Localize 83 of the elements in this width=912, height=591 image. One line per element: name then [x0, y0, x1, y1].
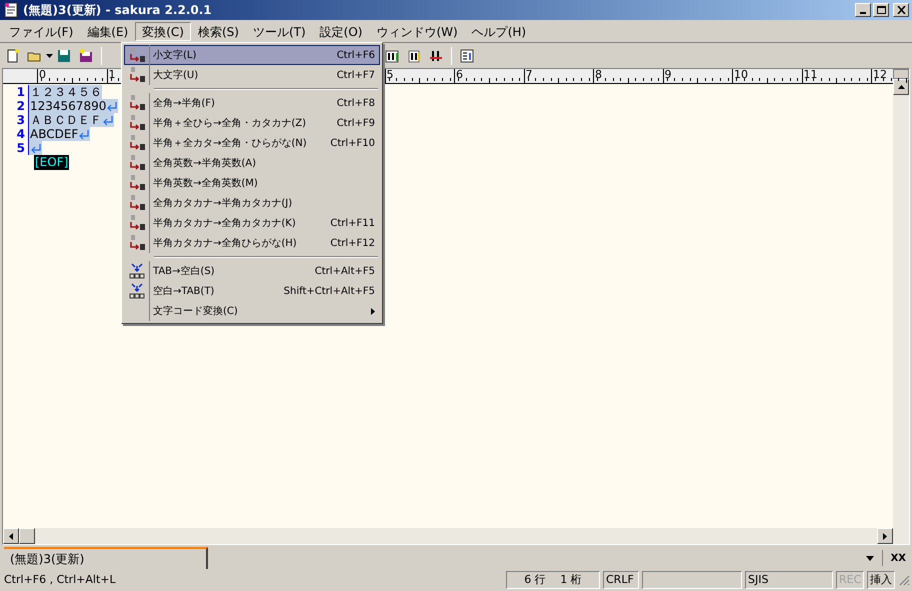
ruler-number: 11	[802, 69, 818, 81]
convert-arrow-icon	[128, 215, 146, 231]
tools-icon[interactable]	[406, 48, 422, 64]
right-arrow-icon	[883, 532, 887, 540]
menu-item[interactable]: ウィンドウ(W)	[369, 22, 465, 40]
save-icon[interactable]	[56, 48, 72, 64]
minimize-button[interactable]	[855, 3, 871, 17]
dropdown-arrow-icon[interactable]	[866, 556, 874, 560]
newline-mark-icon	[106, 100, 118, 112]
status-field: SJIS	[745, 571, 833, 589]
menu-option[interactable]: 大文字(U) Ctrl+F7	[124, 65, 380, 85]
menu-item[interactable]: 設定(O)	[312, 22, 370, 40]
status-message: Ctrl+F6 , Ctrl+Alt+L	[4, 572, 117, 588]
menu-option[interactable]: 小文字(L) Ctrl+F6	[124, 45, 380, 65]
ruler-number: 7	[524, 69, 532, 81]
menu-option[interactable]: 空白→TAB(T) Shift+Ctrl+Alt+F5	[124, 281, 380, 301]
scroll-left-button[interactable]	[3, 528, 19, 544]
document-tab[interactable]: (無題)3(更新)	[4, 547, 208, 569]
convert-arrow-icon	[128, 67, 146, 83]
convert-arrow-icon	[128, 175, 146, 191]
maximize-icon	[876, 6, 886, 14]
convert-arrow-icon	[128, 115, 146, 131]
close-icon	[896, 6, 906, 14]
menu-option[interactable]: 半角カタカナ→全角ひらがな(H) Ctrl+F12	[124, 233, 380, 253]
list-icon[interactable]	[459, 48, 475, 64]
ruler-number: 5	[386, 69, 394, 81]
splitter-handle[interactable]	[893, 69, 909, 79]
newline-mark-icon	[78, 128, 90, 140]
tools-icon[interactable]	[384, 48, 400, 64]
text-line: １２３４５６	[30, 85, 102, 99]
dropdown-arrow-icon[interactable]	[46, 54, 53, 58]
ruler-number: 0	[38, 69, 46, 81]
maximize-button[interactable]	[873, 3, 889, 17]
ruler-number: 12	[872, 69, 887, 81]
status-field: CRLF	[603, 571, 639, 589]
menu-item[interactable]: 変換(C)	[135, 22, 191, 40]
text-line: ABCDEF	[30, 127, 78, 141]
close-tab-button[interactable]: XX	[890, 550, 906, 566]
menu-item[interactable]: ファイル(F)	[2, 22, 80, 40]
submenu-arrow-icon	[371, 308, 375, 314]
scroll-thumb[interactable]	[19, 528, 35, 544]
menu-option[interactable]: 半角＋全カタ→全角・ひらがな(N) Ctrl+F10	[124, 133, 380, 153]
convert-arrow-icon	[128, 95, 146, 111]
ruler-number: 8	[594, 69, 602, 81]
ruler-number: 6	[455, 69, 463, 81]
convert-arrow-icon	[128, 235, 146, 251]
menu-option[interactable]: 半角カタカナ→全角カタカナ(K) Ctrl+F11	[124, 213, 380, 233]
spacing-arrows-icon	[128, 262, 146, 280]
new-file-icon[interactable]	[5, 48, 21, 64]
window-title: (無題)3(更新) - sakura 2.2.0.1	[23, 2, 212, 19]
ruler-number: 9	[664, 69, 672, 81]
up-arrow-icon	[898, 85, 904, 89]
close-button[interactable]	[893, 3, 909, 17]
menu-option[interactable]: TAB→空白(S) Ctrl+Alt+F5	[124, 261, 380, 281]
menu-option[interactable]: 半角英数→全角英数(M)	[124, 173, 380, 193]
left-arrow-icon	[9, 532, 13, 540]
menu-option[interactable]: 文字コード変換(C)	[124, 301, 380, 321]
menu-item[interactable]: 編集(E)	[80, 22, 136, 40]
status-field: 挿入	[867, 571, 895, 589]
save-all-icon[interactable]	[78, 48, 94, 64]
menu-option[interactable]: 全角→半角(F) Ctrl+F8	[124, 93, 380, 113]
status-field: 6 行 1 桁	[506, 571, 600, 589]
menu-item[interactable]: ツール(T)	[246, 22, 313, 40]
spacing-arrows-icon	[128, 282, 146, 300]
notepad-icon	[3, 2, 19, 18]
convert-arrow-icon	[128, 135, 146, 151]
resize-grip-icon	[898, 574, 910, 586]
menu-item[interactable]: ヘルプ(H)	[464, 22, 534, 40]
newline-mark-icon	[102, 114, 114, 126]
menu-item[interactable]: 検索(S)	[190, 22, 246, 40]
menu-option[interactable]: 全角英数→半角英数(A)	[124, 153, 380, 173]
convert-arrow-icon	[128, 195, 146, 211]
convert-arrow-icon	[128, 155, 146, 171]
eof-mark: [EOF]	[34, 155, 70, 170]
ruler-number: 10	[733, 69, 748, 81]
menu-option[interactable]: 半角＋全ひら→全角・カタカナ(Z) Ctrl+F9	[124, 113, 380, 133]
text-line: ＡＢＣＤＥＦ	[30, 113, 102, 127]
menu-option[interactable]: 全角カタカナ→半角カタカナ(J)	[124, 193, 380, 213]
ruler-number: 1	[108, 69, 116, 81]
convert-arrow-icon	[128, 47, 146, 63]
scroll-right-button[interactable]	[877, 528, 893, 544]
text-line: 1234567890	[30, 99, 106, 113]
scroll-up-button[interactable]	[893, 79, 909, 95]
